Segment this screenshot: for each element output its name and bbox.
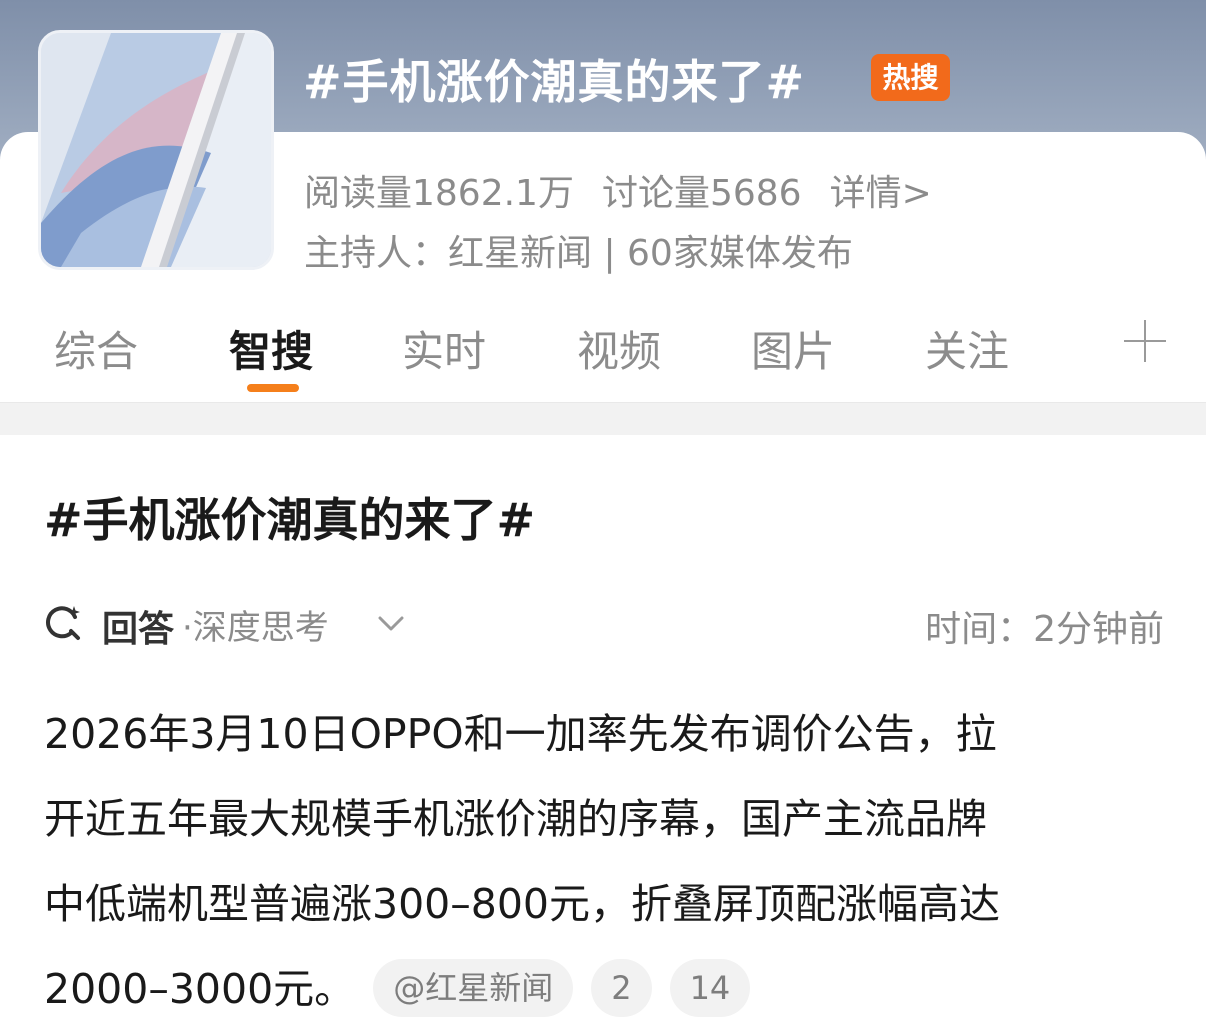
source-pill[interactable]: @红星新闻 xyxy=(373,959,574,1017)
answer-line: 2026年3月10日OPPO和一加率先发布调价公告，拉 xyxy=(44,710,997,758)
tab-smart-search[interactable]: 智搜 xyxy=(229,318,313,379)
details-link[interactable]: 详情> xyxy=(830,173,932,214)
spark-search-icon xyxy=(46,606,80,640)
answer-header: 回答 ·深度思考 时间：2分钟前 xyxy=(44,600,1164,650)
reference-pill[interactable]: 2 xyxy=(591,959,652,1017)
answer-line: 开近五年最大规模手机涨价潮的序幕，国产主流品牌 xyxy=(44,795,987,843)
tab-realtime[interactable]: 实时 xyxy=(402,318,486,379)
tab-comprehensive[interactable]: 综合 xyxy=(54,318,138,379)
section-divider xyxy=(0,402,1206,435)
hot-search-badge: 热搜 xyxy=(871,54,950,101)
active-tab-indicator xyxy=(247,384,299,392)
reference-pill[interactable]: 14 xyxy=(669,959,751,1017)
result-title: #手机涨价潮真的来了# xyxy=(44,493,536,547)
tab-following[interactable]: 关注 xyxy=(925,318,1009,379)
answer-line: 中低端机型普遍涨300–800元，折叠屏顶配涨幅高达 xyxy=(44,880,1001,928)
deep-thinking-mode[interactable]: ·深度思考 xyxy=(182,600,329,649)
read-count: 阅读量1862.1万 xyxy=(304,173,574,214)
tab-images[interactable]: 图片 xyxy=(751,318,835,379)
chevron-down-icon[interactable] xyxy=(376,608,406,638)
answer-body: 2026年3月10日OPPO和一加率先发布调价公告，拉 开近五年最大规模手机涨价… xyxy=(44,692,1164,1032)
discussion-count: 讨论量5686 xyxy=(601,173,802,214)
answer-line: 2000–3000元。 xyxy=(44,965,356,1013)
answer-label: 回答 xyxy=(102,609,175,650)
answer-last-line: 2000–3000元。 @红星新闻 2 14 xyxy=(44,947,1164,1032)
topic-stats: 阅读量1862.1万 讨论量5686 详情> xyxy=(304,164,932,216)
search-tabs: 综合 智搜 实时 视频 图片 关注 xyxy=(0,300,1206,400)
plus-icon[interactable] xyxy=(1124,320,1166,362)
topic-title: #手机涨价潮真的来了# xyxy=(303,55,806,109)
host-info[interactable]: 主持人：红星新闻 | 60家媒体发布 xyxy=(304,224,853,276)
answer-timestamp: 时间：2分钟前 xyxy=(925,609,1164,650)
tab-video[interactable]: 视频 xyxy=(577,318,661,379)
topic-thumbnail[interactable] xyxy=(38,30,274,270)
